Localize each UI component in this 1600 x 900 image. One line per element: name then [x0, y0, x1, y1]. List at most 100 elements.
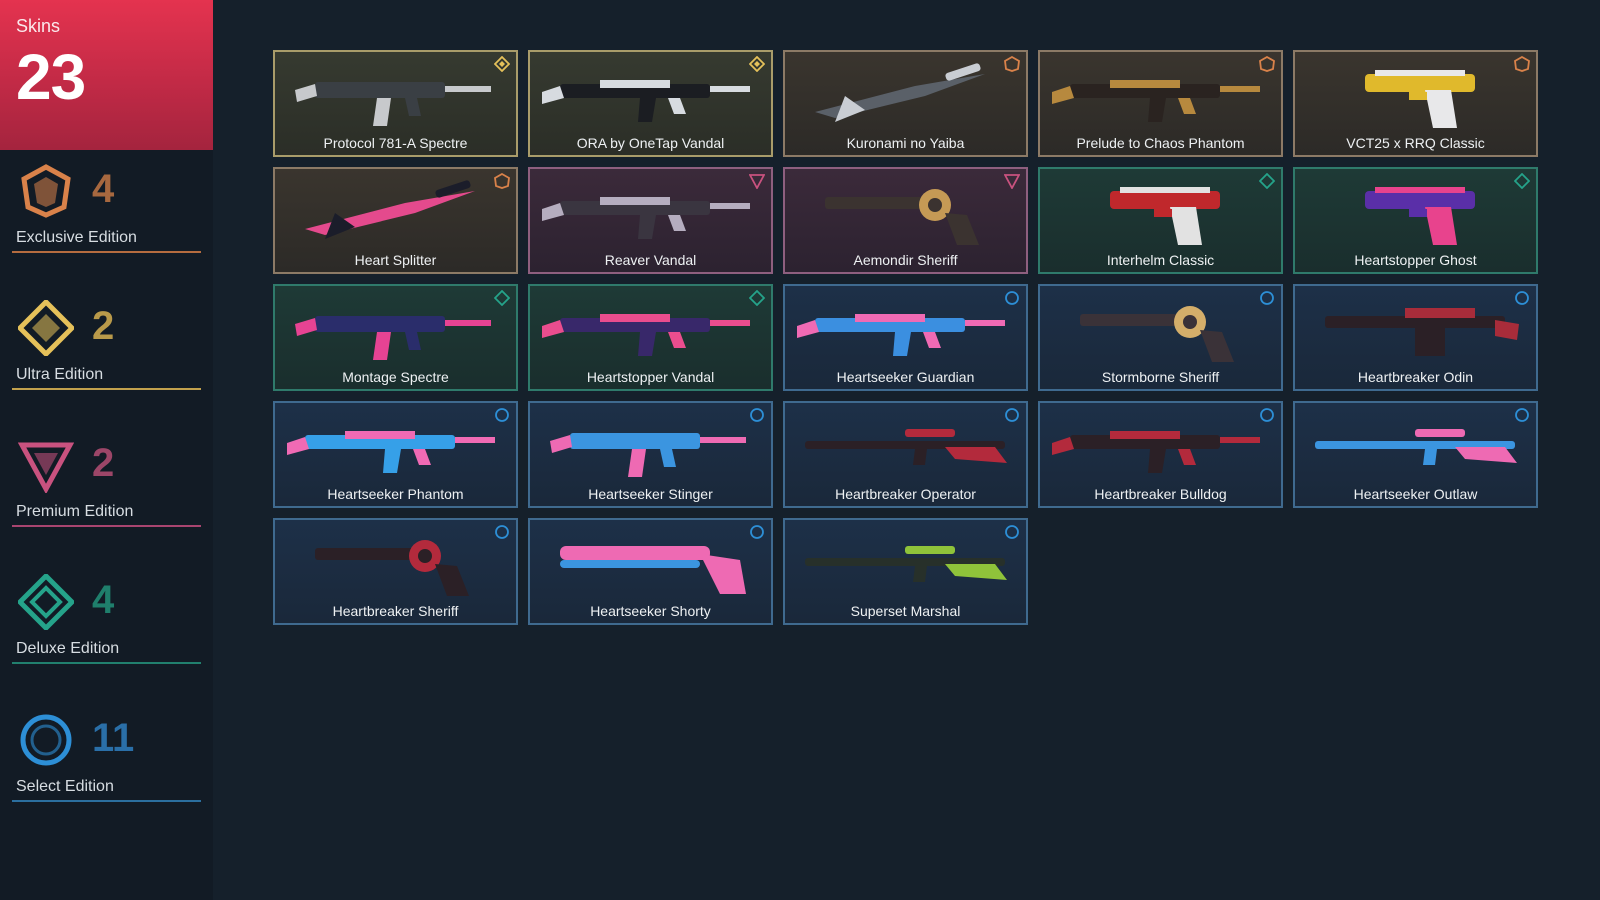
- skin-card[interactable]: Heartseeker Stinger: [528, 401, 773, 508]
- skins-count: 23: [16, 41, 86, 113]
- skin-name: Prelude to Chaos Phantom: [1076, 135, 1245, 151]
- skin-card[interactable]: Heartseeker Shorty: [528, 518, 773, 625]
- select-icon: [1260, 291, 1274, 305]
- skin-name: Superset Marshal: [850, 603, 961, 619]
- weapon-image: [295, 316, 491, 360]
- skin-card[interactable]: Interhelm Classic: [1038, 167, 1283, 274]
- weapon-image: [315, 540, 469, 596]
- skin-card[interactable]: VCT25 x RRQ Classic: [1293, 50, 1538, 157]
- skin-name: Aemondir Sheriff: [853, 252, 958, 268]
- edition-divider: [12, 388, 201, 390]
- skin-card[interactable]: ORA by OneTap Vandal: [528, 50, 773, 157]
- skin-name: Heartseeker Shorty: [590, 603, 711, 619]
- weapon-image: [305, 180, 475, 239]
- exclusive-icon: [21, 164, 71, 218]
- exclusive-icon: [1514, 56, 1530, 72]
- edition-name: Premium Edition: [16, 503, 134, 520]
- weapon-image: [1315, 429, 1517, 465]
- skin-card[interactable]: Heartstopper Ghost: [1293, 167, 1538, 274]
- skin-name: Heartbreaker Operator: [835, 486, 976, 502]
- skin-card[interactable]: Heartbreaker Bulldog: [1038, 401, 1283, 508]
- skin-card[interactable]: Stormborne Sheriff: [1038, 284, 1283, 391]
- skin-name: Protocol 781-A Spectre: [323, 135, 468, 151]
- edition-exclusive[interactable]: 4 Exclusive Edition: [12, 163, 201, 259]
- skin-name: Heartstopper Ghost: [1354, 252, 1477, 268]
- weapon-image: [560, 546, 746, 594]
- weapon-image: [805, 429, 1007, 465]
- weapon-image: [1325, 308, 1519, 356]
- skin-name: Heartbreaker Bulldog: [1094, 486, 1227, 502]
- ultra-icon: [749, 56, 765, 72]
- edition-count: 4: [92, 578, 115, 622]
- skin-card[interactable]: Heartbreaker Odin: [1293, 284, 1538, 391]
- skin-name: Reaver Vandal: [604, 252, 697, 268]
- select-icon: [1515, 408, 1529, 422]
- skin-card[interactable]: Heart Splitter: [273, 167, 518, 274]
- edition-divider: [12, 251, 201, 253]
- select-icon: [1515, 291, 1529, 305]
- edition-ultra[interactable]: 2 Ultra Edition: [12, 300, 201, 396]
- weapon-image: [542, 314, 750, 356]
- skin-card[interactable]: Heartstopper Vandal: [528, 284, 773, 391]
- skin-name: Heart Splitter: [354, 252, 437, 268]
- premium-icon: [18, 442, 74, 493]
- select-icon: [1260, 408, 1274, 422]
- skins-label: Skins: [16, 16, 61, 36]
- exclusive-icon: [1259, 56, 1275, 72]
- select-icon: [750, 408, 764, 422]
- skin-card[interactable]: Heartbreaker Sheriff: [273, 518, 518, 625]
- skin-card[interactable]: Prelude to Chaos Phantom: [1038, 50, 1283, 157]
- edition-name: Ultra Edition: [16, 366, 104, 383]
- weapon-image: [1365, 70, 1475, 128]
- weapon-image: [1365, 187, 1475, 245]
- skin-card[interactable]: Heartseeker Outlaw: [1293, 401, 1538, 508]
- skin-name: Heartstopper Vandal: [586, 369, 715, 385]
- select-icon: [1005, 525, 1019, 539]
- weapon-image: [542, 197, 750, 239]
- skin-card[interactable]: Heartseeker Guardian: [783, 284, 1028, 391]
- weapon-image: [1080, 306, 1234, 362]
- weapon-image: [805, 546, 1007, 582]
- edition-divider: [12, 800, 201, 802]
- edition-divider: [12, 525, 201, 527]
- skin-card[interactable]: Reaver Vandal: [528, 167, 773, 274]
- weapon-image: [295, 82, 491, 126]
- deluxe-icon: [1259, 173, 1275, 189]
- weapon-image: [815, 63, 985, 122]
- skin-name: Kuronami no Yaiba: [846, 135, 965, 151]
- weapon-image: [1052, 80, 1260, 122]
- weapon-image: [797, 314, 1005, 356]
- edition-count: 2: [92, 441, 115, 485]
- skin-name: Heartseeker Guardian: [836, 369, 975, 385]
- exclusive-icon: [1004, 56, 1020, 72]
- skin-card[interactable]: Superset Marshal: [783, 518, 1028, 625]
- exclusive-icon: [494, 173, 510, 189]
- skin-card[interactable]: Aemondir Sheriff: [783, 167, 1028, 274]
- weapon-image: [1110, 187, 1220, 245]
- sidebar: Skins 23 4 Exclusive Edition 2 Ultra Edi…: [0, 0, 213, 900]
- edition-deluxe[interactable]: 4 Deluxe Edition: [12, 574, 201, 670]
- edition-name: Exclusive Edition: [16, 229, 137, 246]
- weapon-image: [550, 433, 746, 477]
- skin-grid: Protocol 781-A Spectre ORA by OneTap Vand…: [273, 50, 1538, 625]
- skin-card[interactable]: Heartseeker Phantom: [273, 401, 518, 508]
- select-icon: [495, 525, 509, 539]
- weapon-image: [542, 80, 750, 122]
- skin-card[interactable]: Montage Spectre: [273, 284, 518, 391]
- edition-count: 4: [92, 167, 115, 211]
- deluxe-icon: [749, 290, 765, 306]
- skin-name: ORA by OneTap Vandal: [576, 135, 725, 151]
- skin-card[interactable]: Heartbreaker Operator: [783, 401, 1028, 508]
- select-icon: [750, 525, 764, 539]
- skin-name: Interhelm Classic: [1106, 252, 1215, 268]
- skin-card[interactable]: Kuronami no Yaiba: [783, 50, 1028, 157]
- edition-select[interactable]: 11 Select Edition: [12, 712, 201, 808]
- select-icon: [495, 408, 509, 422]
- skin-card[interactable]: Protocol 781-A Spectre: [273, 50, 518, 157]
- deluxe-icon: [18, 574, 74, 630]
- ultra-icon: [18, 300, 74, 356]
- select-icon: [1005, 291, 1019, 305]
- weapon-image: [287, 431, 495, 473]
- edition-count: 2: [92, 304, 115, 348]
- edition-premium[interactable]: 2 Premium Edition: [12, 437, 201, 533]
